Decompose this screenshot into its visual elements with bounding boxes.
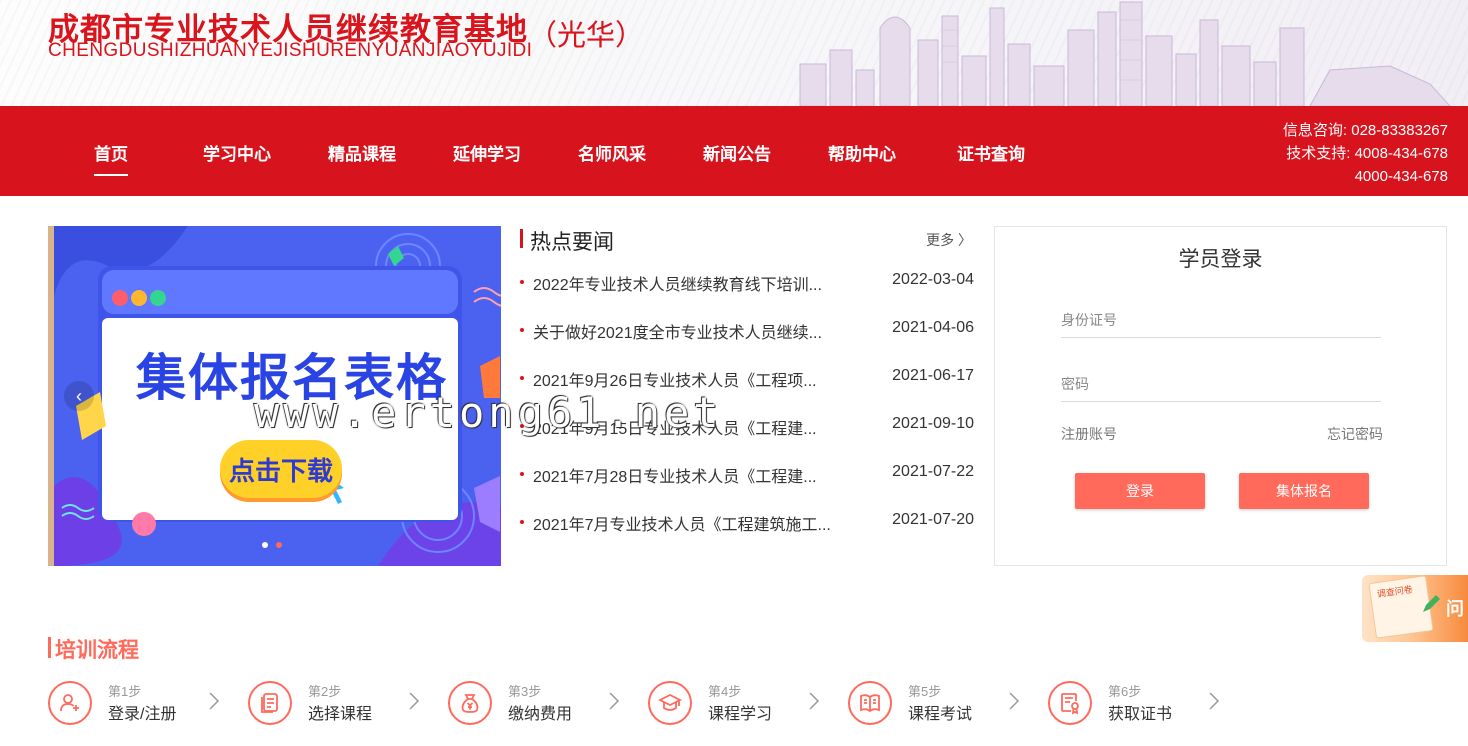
news-item-title[interactable]: 2021年7月专业技术人员《工程建筑施工... (533, 511, 848, 535)
flow-step-4[interactable]: 第4步 课程学习 (648, 677, 848, 727)
step-number: 第3步 (508, 684, 542, 699)
register-link[interactable]: 注册账号 (1061, 424, 1117, 444)
watermark-text: www.ertong61.net (254, 388, 723, 437)
step-label: 缴纳费用 (508, 706, 573, 723)
news-item-date: 2021-07-20 (892, 511, 974, 528)
login-title: 学员登录 (1178, 248, 1263, 271)
carousel-dots (262, 542, 282, 548)
nav-item-featured-courses[interactable]: 精品课程 (328, 140, 396, 165)
flow-step-2[interactable]: 第2步 选择课程 (248, 677, 448, 727)
user-add-icon (48, 681, 92, 725)
main-nav: 首页 学习中心 精品课程 延伸学习 名师风采 新闻公告 帮助中心 证书查询 信息… (0, 106, 1468, 196)
news-item[interactable]: 关于做好2021度全市专业技术人员继续... 2021-04-06 (520, 319, 974, 367)
graduation-cap-icon (648, 681, 692, 725)
site-header: 成都市专业技术人员继续教育基地 CHENGDUSHIZHUANYEJISHURE… (0, 0, 1468, 106)
news-more-link[interactable]: 更多 〉 (926, 230, 972, 250)
news-item-date: 2021-07-22 (892, 463, 974, 480)
banner-prev-arrow-icon[interactable]: ‹ (64, 381, 94, 411)
chevron-right-icon (1209, 692, 1220, 710)
document-icon (248, 681, 292, 725)
news-item[interactable]: 2021年7月专业技术人员《工程建筑施工... 2021-07-20 (520, 511, 974, 559)
bullet-icon (520, 328, 524, 332)
nav-item-help[interactable]: 帮助中心 (828, 140, 896, 165)
login-panel: 学员登录 注册账号 忘记密码 登录 集体报名 (994, 226, 1447, 566)
nav-item-learning-center[interactable]: 学习中心 (203, 140, 271, 165)
news-item-title[interactable]: 2021年7月28日专业技术人员《工程建... (533, 463, 848, 487)
news-item-date: 2021-06-17 (892, 367, 974, 384)
site-title-pinyin: CHENGDUSHIZHUANYEJISHURENYUANJIAOYUJIDI (48, 40, 533, 61)
carousel-dot-active[interactable] (276, 542, 282, 548)
bullet-icon (520, 376, 524, 380)
news-item-date: 2021-04-06 (892, 319, 974, 336)
news-item-date: 2021-09-10 (892, 415, 974, 432)
banner-download-button[interactable]: 点击下载 (220, 440, 342, 498)
login-button[interactable]: 登录 (1075, 473, 1205, 509)
news-item[interactable]: 2021年7月28日专业技术人员《工程建... 2021-07-22 (520, 463, 974, 511)
city-skyline-illustration (799, 1, 1451, 106)
step-label: 课程学习 (708, 706, 773, 723)
bullet-icon (520, 472, 524, 476)
money-bag-icon (448, 681, 492, 725)
survey-label: 问 (1446, 599, 1464, 619)
contact-info-line: 信息咨询: 028-83383267 (1282, 122, 1448, 139)
chevron-right-icon (809, 692, 820, 710)
id-number-input[interactable] (1061, 302, 1381, 338)
nav-item-extended-learning[interactable]: 延伸学习 (453, 140, 521, 165)
step-number: 第1步 (108, 684, 142, 699)
contact-support-line: 技术支持: 4008-434-678 (1286, 145, 1448, 162)
carousel-dot[interactable] (262, 542, 268, 548)
survey-float-button[interactable]: 调查问卷 问 (1362, 575, 1468, 642)
step-number: 第6步 (1108, 684, 1142, 699)
book-icon (848, 681, 892, 725)
training-flow-title: 培训流程 (55, 639, 139, 662)
step-label: 登录/注册 (108, 706, 177, 723)
step-number: 第4步 (708, 684, 742, 699)
forgot-password-link[interactable]: 忘记密码 (1327, 424, 1383, 444)
chevron-right-icon (1009, 692, 1020, 710)
password-input[interactable] (1061, 366, 1381, 402)
site-branch: （光华） (528, 20, 645, 52)
news-header: 热点要闻 更多 〉 (520, 226, 972, 254)
news-item-date: 2022-03-04 (892, 271, 974, 288)
news-title: 热点要闻 (530, 231, 614, 254)
nav-item-teachers[interactable]: 名师风采 (578, 140, 646, 165)
certificate-icon (1048, 681, 1092, 725)
chevron-right-icon (409, 692, 420, 710)
pen-icon (1423, 595, 1440, 612)
flow-title-bar (48, 637, 51, 658)
news-item-title[interactable]: 关于做好2021度全市专业技术人员继续... (533, 319, 848, 343)
flow-step-5[interactable]: 第5步 课程考试 (848, 677, 1048, 727)
chevron-right-icon (209, 692, 220, 710)
contact-support-line-2: 4000-434-678 (1354, 168, 1448, 185)
step-number: 第5步 (908, 684, 942, 699)
flow-step-6[interactable]: 第6步 获取证书 (1048, 677, 1248, 727)
flow-step-1[interactable]: 第1步 登录/注册 (48, 677, 248, 727)
news-item-title[interactable]: 2022年专业技术人员继续教育线下培训... (533, 271, 848, 295)
step-number: 第2步 (308, 684, 342, 699)
flow-step-3[interactable]: 第3步 缴纳费用 (448, 677, 648, 727)
news-title-bar (520, 229, 523, 248)
contact-info: 信息咨询: 028-83383267 技术支持: 4008-434-678 40… (1283, 119, 1448, 188)
step-label: 选择课程 (308, 706, 373, 723)
bullet-icon (520, 280, 524, 284)
nav-item-news[interactable]: 新闻公告 (703, 140, 771, 165)
step-label: 获取证书 (1108, 706, 1173, 723)
group-signup-button[interactable]: 集体报名 (1239, 473, 1369, 509)
survey-paper-text: 调查问卷 (1376, 584, 1414, 600)
nav-item-certificate[interactable]: 证书查询 (957, 140, 1025, 165)
nav-item-home[interactable]: 首页 (94, 140, 128, 176)
step-label: 课程考试 (908, 706, 973, 723)
news-item[interactable]: 2022年专业技术人员继续教育线下培训... 2022-03-04 (520, 271, 974, 319)
chevron-right-icon (609, 692, 620, 710)
bullet-icon (520, 520, 524, 524)
